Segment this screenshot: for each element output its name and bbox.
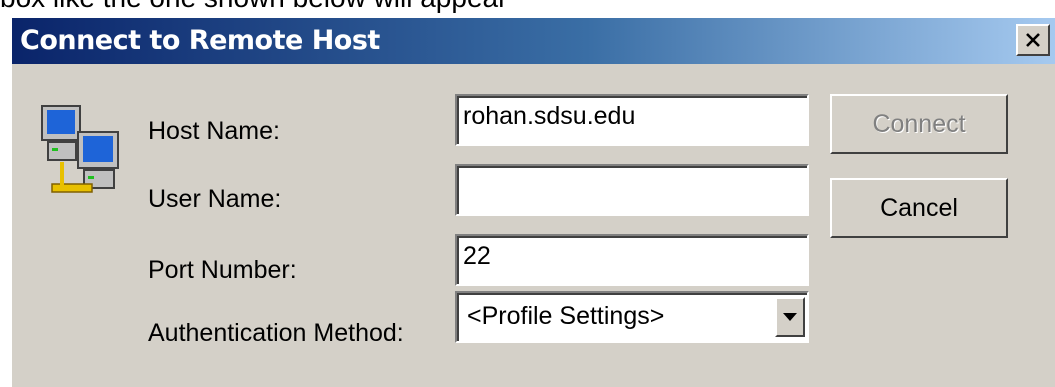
- authentication-method-value: <Profile Settings>: [467, 302, 665, 330]
- user-name-input[interactable]: [455, 164, 809, 216]
- dialog-titlebar[interactable]: Connect to Remote Host: [12, 18, 1055, 64]
- authentication-method-select[interactable]: <Profile Settings>: [455, 291, 809, 343]
- connect-dialog: Connect to Remote Host Host Name: rohan.…: [10, 18, 1055, 387]
- cancel-button[interactable]: Cancel: [830, 178, 1008, 238]
- dropdown-arrow-icon: [783, 313, 797, 321]
- dialog-title: Connect to Remote Host: [20, 25, 380, 56]
- dropdown-button[interactable]: [775, 297, 805, 337]
- port-number-label: Port Number:: [148, 256, 297, 284]
- user-name-label: User Name:: [148, 185, 282, 213]
- close-button[interactable]: [1016, 24, 1050, 56]
- host-name-input[interactable]: rohan.sdsu.edu: [455, 94, 809, 146]
- authentication-method-label: Authentication Method:: [148, 319, 404, 347]
- connect-button[interactable]: Connect: [830, 94, 1008, 154]
- networked-computers-icon: [41, 105, 119, 193]
- port-number-input[interactable]: 22: [455, 234, 809, 286]
- background-instruction-text: box like the one shown below will appear: [0, 0, 507, 14]
- host-name-label: Host Name:: [148, 117, 280, 145]
- close-icon: [1026, 33, 1040, 47]
